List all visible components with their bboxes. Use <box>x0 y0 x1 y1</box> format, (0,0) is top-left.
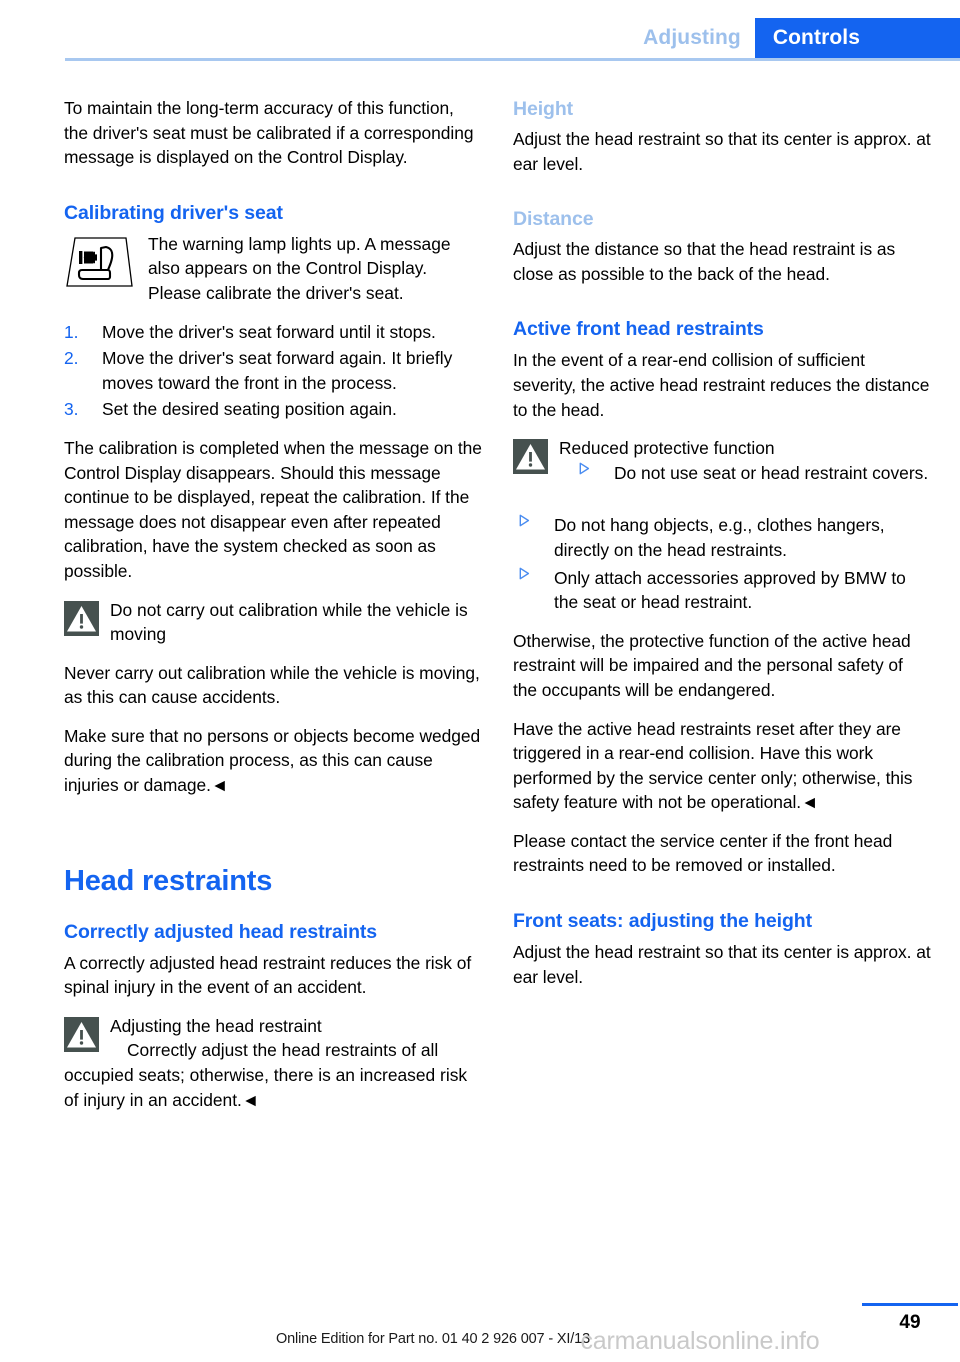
breadcrumb: Adjusting Controls <box>643 18 960 58</box>
calibration-result-paragraph: The calibration is completed when the me… <box>64 437 482 581</box>
list-item: 1. Move the driver's seat forward until … <box>64 320 482 345</box>
warning-block-reduced-protection: Reduced protective function Do not use s… <box>513 436 931 499</box>
warning-body-1: Never carry out calibration while the ve… <box>64 662 480 708</box>
step-text: Move the driver's seat forward until it … <box>102 321 436 342</box>
breadcrumb-item-controls[interactable]: Controls <box>754 18 960 58</box>
warning-triangle-icon <box>64 600 99 636</box>
warning-body: Correctly adjust the head restraints of … <box>64 1040 468 1110</box>
right-column: Height Adjust the head restraint so that… <box>513 96 931 1003</box>
list-item: Only attach accessories approved by BMW … <box>513 566 931 615</box>
warning-triangle-icon <box>513 439 548 475</box>
step-number: 1. <box>64 321 79 342</box>
step-text: Set the desired seating position again. <box>102 399 397 420</box>
active-body: In the event of a rear-end collision of … <box>513 350 930 420</box>
page-number-rule <box>862 1303 958 1306</box>
seat-calibration-notice: The warning lamp lights up. A message al… <box>64 232 482 306</box>
heading-height: Height <box>513 98 574 120</box>
left-column: To maintain the long-term accuracy of th… <box>64 96 482 1126</box>
warning-title: Reduced protective function <box>559 438 775 459</box>
warning-title: Do not carry out calibration while the v… <box>110 599 468 645</box>
service-note: Please contact the service center if the… <box>513 830 893 876</box>
triangle-bullet-icon <box>519 514 530 527</box>
warning-block-calibration: Do not carry out calibration while the v… <box>64 598 482 647</box>
warning-triangle-icon <box>64 1016 99 1052</box>
site-watermark: carmanualsonline.info <box>580 1327 820 1355</box>
page-number: 49 <box>899 1312 921 1333</box>
bullet-text: Do not use seat or head restraint covers… <box>614 462 929 483</box>
height-body: Adjust the head restraint so that its ce… <box>513 129 931 174</box>
warning-bullets-indented: Do not use seat or head restraint covers… <box>573 461 931 486</box>
heading-front-seats-adjusting-height: Front seats: adjusting the height <box>513 910 812 933</box>
calibration-steps-list: 1. Move the driver's seat forward until … <box>64 320 482 422</box>
step-number: 3. <box>64 399 79 420</box>
online-edition-note: Online Edition for Part no. 01 40 2 926 … <box>276 1331 590 1347</box>
front-seats-body: Adjust the head restraint so that its ce… <box>513 942 931 987</box>
breadcrumb-item-adjusting[interactable]: Adjusting <box>643 18 755 58</box>
list-item: 2. Move the driver's seat forward again.… <box>64 346 482 395</box>
triangle-bullet-icon <box>519 567 530 579</box>
heading-head-restraints: Head restraints <box>64 864 273 897</box>
step-text: Move the driver's seat forward again. It… <box>102 348 453 393</box>
seat-calibration-icon <box>66 237 133 287</box>
list-item: Do not use seat or head restraint covers… <box>573 461 931 486</box>
triangle-bullet-icon <box>579 462 590 475</box>
heading-calibrating-drivers-seat: Calibrating driver's seat <box>64 201 283 224</box>
bullet-text: Only attach accessories approved by BMW … <box>554 567 906 613</box>
breadcrumb-adjusting-label: Adjusting <box>643 26 741 49</box>
step-number: 2. <box>64 348 79 369</box>
page-header: Adjusting Controls <box>0 0 960 62</box>
warning-body-otherwise: Otherwise, the protective function of th… <box>513 630 911 700</box>
intro-paragraph: To maintain the long-term accuracy of th… <box>64 98 474 168</box>
warning-body-2: Make sure that no persons or objects bec… <box>64 725 481 796</box>
list-item: Do not hang objects, e.g., clothes hange… <box>513 513 931 562</box>
warning-block-head-restraint: Adjusting the head restraint Correctly a… <box>64 1014 482 1112</box>
distance-body: Adjust the distance so that the head res… <box>513 239 896 284</box>
correctly-adjusted-body: A correctly adjusted head restraint redu… <box>64 952 472 998</box>
warning-title: Adjusting the head restraint <box>110 1015 322 1036</box>
list-item: 3. Set the desired seating position agai… <box>64 397 482 422</box>
heading-correctly-adjusted-head-restraints: Correctly adjusted head restraints <box>64 920 378 943</box>
heading-active-front-head-restraints: Active front head restraints <box>513 318 764 341</box>
header-divider <box>65 58 960 61</box>
warning-body-reset: Have the active head restraints reset af… <box>513 718 913 813</box>
breadcrumb-controls-label: Controls <box>772 26 860 49</box>
warning-bullets: Do not hang objects, e.g., clothes hange… <box>513 513 931 614</box>
bullet-text: Do not hang objects, e.g., clothes hange… <box>554 515 885 560</box>
heading-distance: Distance <box>513 208 594 231</box>
